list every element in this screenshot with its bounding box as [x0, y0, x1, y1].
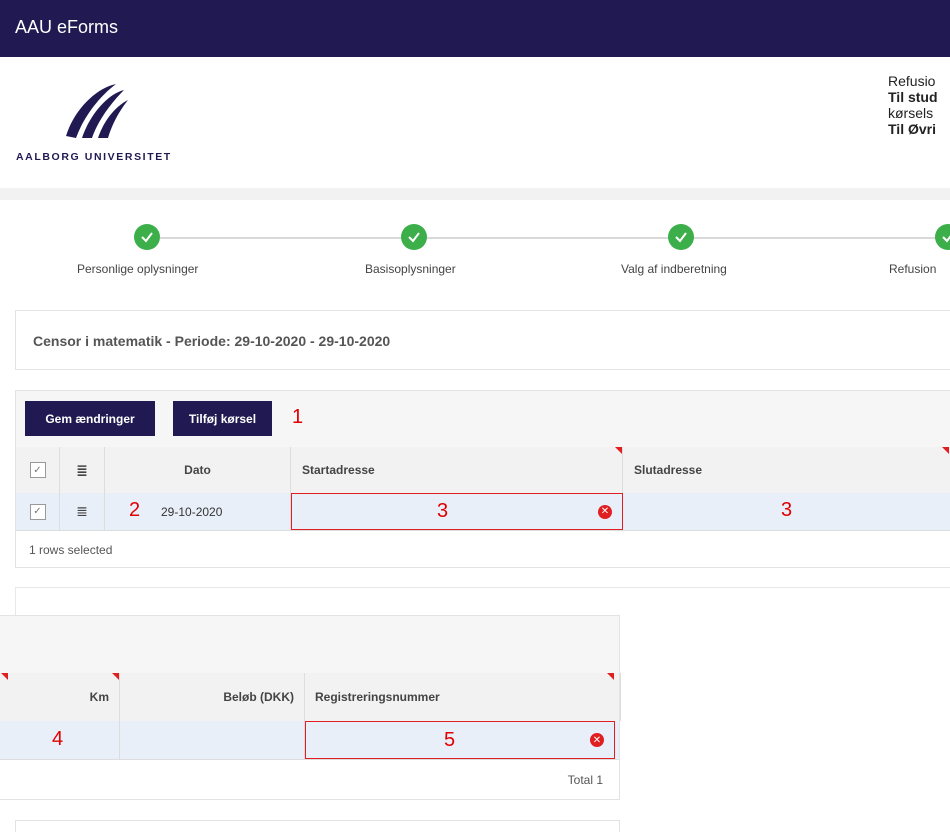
annotation-3-b: 3: [781, 499, 793, 521]
stepper-line: [160, 237, 950, 239]
step-2-check-icon[interactable]: [401, 224, 427, 250]
empty-panel: [15, 587, 950, 617]
cell-start-address[interactable]: 3 ✕: [291, 493, 623, 530]
step-1-check-icon[interactable]: [134, 224, 160, 250]
grid-footer-status: 1 rows selected: [29, 543, 113, 557]
step-4-label[interactable]: Refusion: [889, 262, 936, 276]
info-line-1: Refusio: [888, 73, 936, 89]
menu-lines-icon[interactable]: ≣: [76, 462, 88, 479]
grid-footer-total: Total 1: [567, 773, 603, 787]
info-line-3: kørsels: [888, 105, 934, 121]
row-select[interactable]: ✓: [16, 493, 60, 530]
cell-registration[interactable]: 5 ✕: [305, 721, 615, 759]
step-1-label[interactable]: Personlige oplysninger: [77, 262, 198, 276]
required-marker-icon: [942, 447, 949, 454]
col-header-date-label: Dato: [184, 463, 211, 477]
annotation-5: 5: [444, 729, 456, 751]
cell-amount[interactable]: [120, 721, 305, 759]
info-line-4: Til Øvri: [888, 121, 936, 137]
col-header-km-label: Km: [89, 690, 109, 704]
app-header: AAU eForms: [0, 0, 950, 57]
grid-header: ✓ ≣ Dato Startadresse Slutadresse: [16, 447, 950, 494]
col-header-end-label: Slutadresse: [634, 463, 703, 477]
separator-band: [0, 188, 950, 200]
grid-toolbar: Gem ændringer Tilføj kørsel 1: [16, 391, 950, 448]
save-changes-button[interactable]: Gem ændringer: [25, 401, 155, 436]
annotation-4: 4: [52, 728, 64, 750]
required-marker-icon: [615, 447, 622, 454]
cell-km[interactable]: 4: [0, 721, 120, 759]
trips-grid: Gem ændringer Tilføj kørsel 1 ✓ ≣ Dato S…: [15, 390, 950, 568]
col-header-start-label: Startadresse: [302, 463, 375, 477]
checkbox-icon[interactable]: ✓: [29, 503, 46, 520]
required-marker-icon: [607, 673, 614, 680]
info-text: Refusio Til stud kørsels Til Øvri: [888, 73, 938, 137]
grid-header: Km Beløb (DKK) Registreringsnummer: [0, 673, 621, 722]
annotation-3: 3: [437, 500, 449, 522]
add-trip-button[interactable]: Tilføj kørsel: [173, 401, 272, 436]
cell-end-address[interactable]: 3: [623, 493, 950, 530]
next-panel: [15, 820, 620, 832]
cell-date-value: 29-10-2020: [161, 504, 223, 519]
table-row[interactable]: 4 5 ✕: [0, 721, 619, 760]
step-3-check-icon[interactable]: [668, 224, 694, 250]
col-header-end[interactable]: Slutadresse: [623, 447, 950, 493]
col-header-km[interactable]: Km: [0, 673, 120, 721]
menu-lines-icon[interactable]: ≣: [76, 503, 88, 520]
app-title: AAU eForms: [15, 17, 119, 37]
row-menu[interactable]: ≣: [60, 493, 105, 530]
period-title: Censor i matematik - Periode: 29-10-2020…: [33, 333, 391, 349]
error-icon: ✕: [590, 733, 604, 747]
col-header-registration-label: Registreringsnummer: [315, 690, 440, 704]
required-marker-icon: [1, 673, 8, 680]
period-panel: Censor i matematik - Periode: 29-10-2020…: [15, 310, 950, 370]
logo-area: AALBORG UNIVERSITET Refusio Til stud kør…: [0, 57, 950, 190]
step-3-label[interactable]: Valg af indberetning: [621, 262, 727, 276]
error-icon: ✕: [598, 504, 612, 519]
amount-grid: Km Beløb (DKK) Registreringsnummer 4 5 ✕…: [0, 615, 621, 800]
col-header-registration[interactable]: Registreringsnummer: [305, 673, 621, 721]
annotation-1: 1: [292, 406, 304, 428]
annotation-2: 2: [129, 499, 141, 521]
aau-logo-icon: [60, 80, 130, 147]
info-line-2: Til stud: [888, 89, 938, 105]
logo-text: AALBORG UNIVERSITET: [16, 151, 172, 163]
col-header-start[interactable]: Startadresse: [291, 447, 623, 493]
header-menu[interactable]: ≣: [60, 447, 105, 493]
required-marker-icon: [112, 673, 119, 680]
checkbox-icon[interactable]: ✓: [29, 462, 46, 478]
header-select-all[interactable]: ✓: [16, 447, 60, 493]
step-2-label[interactable]: Basisoplysninger: [365, 262, 456, 276]
step-4-check-icon[interactable]: [935, 224, 950, 250]
col-header-date[interactable]: Dato: [105, 447, 291, 493]
cell-date[interactable]: 2 29-10-2020: [105, 493, 291, 530]
grid-toolbar: [0, 616, 619, 674]
col-header-amount-label: Beløb (DKK): [223, 690, 294, 704]
table-row[interactable]: ✓ ≣ 2 29-10-2020 3 ✕ 3: [16, 493, 950, 531]
col-header-amount[interactable]: Beløb (DKK): [120, 673, 305, 721]
